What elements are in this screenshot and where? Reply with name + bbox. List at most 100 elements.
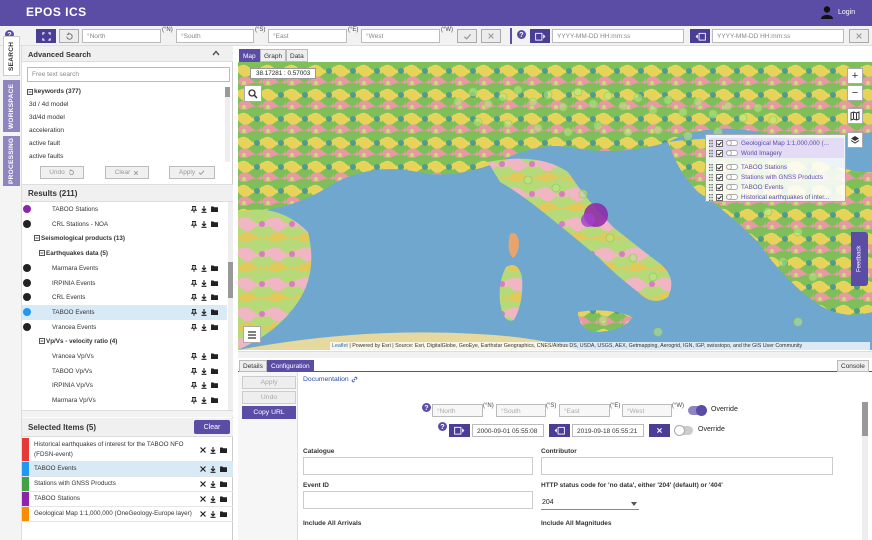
result-group[interactable]: Earthquakes data (5) <box>22 246 227 261</box>
download-icon[interactable] <box>201 367 207 375</box>
pin-icon[interactable] <box>191 397 197 404</box>
documentation-link[interactable]: Documentation <box>303 376 358 383</box>
keyword-item[interactable]: active faults <box>29 153 63 160</box>
pin-icon[interactable] <box>191 367 197 375</box>
catalogue-input[interactable] <box>303 457 533 475</box>
download-icon[interactable] <box>210 446 216 454</box>
collapse-icon[interactable] <box>34 235 40 242</box>
keyword-item[interactable]: 3d / 4d model <box>29 101 68 108</box>
pin-icon[interactable] <box>191 382 197 390</box>
folder-icon[interactable] <box>211 265 218 272</box>
folder-icon[interactable] <box>211 221 218 228</box>
keyword-item[interactable]: acceleration <box>29 127 64 134</box>
keywords-scrollbar[interactable] <box>225 87 230 162</box>
layer-toggle-icon[interactable] <box>726 164 738 170</box>
download-icon[interactable] <box>201 397 207 404</box>
map-image[interactable] <box>238 62 872 350</box>
advanced-search-header[interactable]: Advanced Search <box>22 46 233 62</box>
download-icon[interactable] <box>201 308 207 316</box>
draw-bbox-button[interactable] <box>36 29 56 43</box>
results-scrollbar[interactable] <box>228 202 233 410</box>
remove-icon[interactable] <box>200 446 206 454</box>
reset-bbox-button[interactable] <box>59 29 79 43</box>
folder-icon[interactable] <box>211 294 218 301</box>
folder-icon[interactable] <box>220 466 227 473</box>
tab-search[interactable]: SEARCH <box>3 36 20 76</box>
folder-icon[interactable] <box>211 397 218 404</box>
feedback-tab[interactable]: Feedback <box>851 232 868 286</box>
config-start-date-input[interactable]: 2000-09-01 05:55:08 <box>472 424 544 437</box>
collapse-icon[interactable] <box>212 50 220 56</box>
checkbox-icon[interactable] <box>716 183 723 191</box>
tab-console[interactable]: Console <box>837 360 869 372</box>
keyword-item[interactable]: active fault <box>29 140 60 147</box>
layer-toggle-icon[interactable] <box>726 150 738 156</box>
tab-processing[interactable]: PROCESSING <box>3 136 20 186</box>
download-icon[interactable] <box>201 294 207 302</box>
user-icon[interactable] <box>820 5 834 19</box>
download-icon[interactable] <box>210 496 216 503</box>
drag-handle-icon[interactable] <box>709 139 713 147</box>
east-input[interactable]: °East <box>268 29 347 43</box>
end-date-input[interactable]: YYYY-MM-DD HH:mm:ss <box>712 29 844 43</box>
checkbox-icon[interactable] <box>716 173 723 181</box>
zoom-in-button[interactable]: + <box>847 68 863 84</box>
result-item[interactable]: TABOO Vp/Vs <box>22 364 227 379</box>
download-icon[interactable] <box>201 279 207 287</box>
drag-handle-icon[interactable] <box>709 183 713 191</box>
download-icon[interactable] <box>201 353 207 360</box>
folder-icon[interactable] <box>220 511 227 518</box>
bottom-resize-handle[interactable] <box>238 351 872 358</box>
keyword-item[interactable]: 3d/4d model <box>29 114 65 121</box>
selected-item[interactable]: Stations with GNSS Products <box>22 477 233 492</box>
result-item[interactable]: Vrancea Events <box>22 320 227 335</box>
free-text-search-input[interactable]: Free text search <box>27 67 230 82</box>
map-list-button[interactable] <box>243 326 261 343</box>
start-calendar-button[interactable] <box>530 29 550 43</box>
result-item[interactable]: Marmara Vp/Vs <box>22 393 227 408</box>
config-south-input[interactable]: °South <box>496 404 546 417</box>
result-item[interactable]: CRL Events <box>22 290 227 305</box>
folder-icon[interactable] <box>220 481 227 488</box>
config-north-input[interactable]: °North <box>432 404 483 417</box>
folder-icon[interactable] <box>211 353 218 360</box>
checkbox-icon[interactable] <box>716 193 723 201</box>
config-scrollbar[interactable] <box>862 402 868 540</box>
result-item[interactable]: TABOO Stations <box>22 202 227 217</box>
result-group[interactable]: Seismological products (13) <box>22 231 227 246</box>
folder-icon[interactable] <box>211 382 218 389</box>
keywords-group[interactable]: keywords (377) <box>27 88 81 95</box>
login-link[interactable]: Login <box>838 9 855 16</box>
folder-icon[interactable] <box>211 324 218 331</box>
north-input[interactable]: °North <box>82 29 161 43</box>
map-search-button[interactable] <box>244 85 262 102</box>
http-status-select[interactable]: 204 <box>541 496 639 510</box>
pin-icon[interactable] <box>191 308 197 316</box>
tab-graph[interactable]: Graph <box>260 49 287 62</box>
layer-toggle-icon[interactable] <box>726 174 738 180</box>
selected-item[interactable]: Historical earthquakes of interest for t… <box>22 438 233 462</box>
result-item[interactable]: TABOO Events <box>22 304 227 320</box>
config-west-input[interactable]: °West <box>622 404 672 417</box>
confirm-bbox-button[interactable] <box>457 29 477 43</box>
legend-item[interactable]: Historical earthquakes of inter... <box>709 192 844 202</box>
checkbox-icon[interactable] <box>716 149 723 157</box>
drag-handle-icon[interactable] <box>709 163 713 171</box>
checkbox-icon[interactable] <box>716 163 723 171</box>
apply-button[interactable]: Apply <box>169 166 215 179</box>
legend-item[interactable]: TABOO Events <box>709 182 844 192</box>
contributor-input[interactable] <box>541 457 833 475</box>
result-item[interactable]: IRPINIA Events <box>22 276 227 291</box>
download-icon[interactable] <box>210 466 216 473</box>
layer-toggle-icon[interactable] <box>726 140 738 146</box>
tab-data[interactable]: Data <box>286 49 308 62</box>
basemap-icon[interactable] <box>847 108 863 124</box>
download-icon[interactable] <box>201 382 207 390</box>
folder-icon[interactable] <box>220 496 227 503</box>
undo-button[interactable]: Undo <box>40 166 84 179</box>
selected-item[interactable]: TABOO Events <box>22 462 233 477</box>
config-undo-button[interactable]: Undo <box>242 391 296 404</box>
clear-button[interactable]: Clear <box>105 166 149 179</box>
event-id-input[interactable] <box>303 491 533 509</box>
remove-icon[interactable] <box>200 481 206 488</box>
